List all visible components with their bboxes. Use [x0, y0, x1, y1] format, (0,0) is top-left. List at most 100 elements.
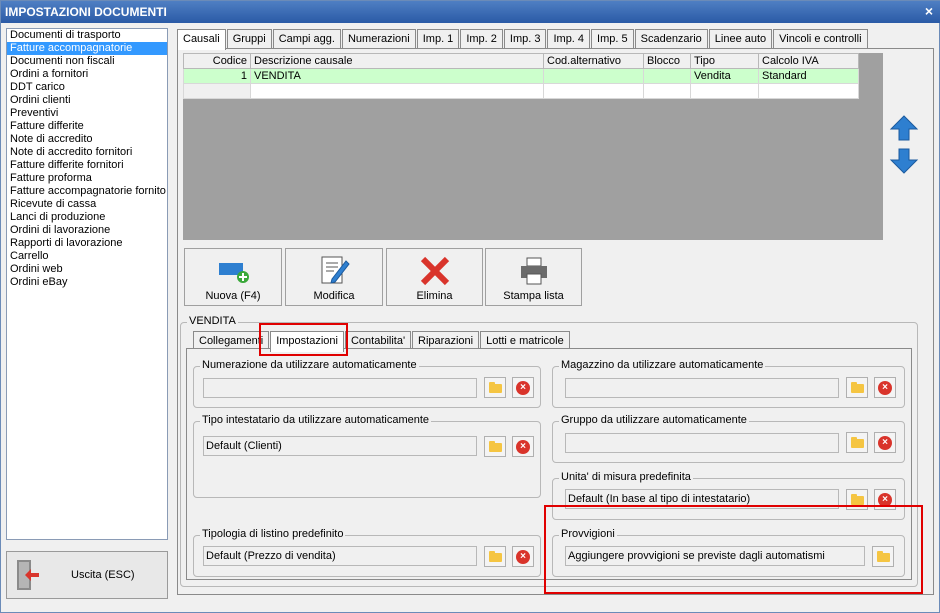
clear-icon: × — [878, 436, 892, 450]
folder-icon — [851, 494, 864, 505]
tipo-intestatario-clear-button[interactable]: × — [512, 436, 534, 457]
tab-impostazioni[interactable]: Impostazioni — [270, 331, 344, 352]
list-item[interactable]: Fatture differite fornitori — [7, 159, 167, 172]
numerazione-field[interactable] — [203, 378, 477, 398]
vendita-group-title: VENDITA — [187, 315, 238, 327]
tipologia-listino-title: Tipologia di listino predefinito — [200, 528, 346, 540]
list-item[interactable]: DDT carico — [7, 81, 167, 94]
list-item[interactable]: Ricevute di cassa — [7, 198, 167, 211]
tab-campi-agg[interactable]: Campi agg. — [272, 29, 341, 49]
list-item[interactable]: Note di accredito — [7, 133, 167, 146]
settings-window: IMPOSTAZIONI DOCUMENTI × Documenti di tr… — [0, 0, 940, 613]
column-header[interactable]: Codice — [183, 53, 251, 69]
gruppo-clear-button[interactable]: × — [874, 432, 896, 453]
window-title: IMPOSTAZIONI DOCUMENTI — [5, 5, 167, 19]
tipologia-listino-clear-button[interactable]: × — [512, 546, 534, 567]
causali-grid[interactable]: Codice Descrizione causale Cod.alternati… — [183, 53, 859, 99]
clear-icon: × — [516, 381, 530, 395]
table-cell[interactable] — [643, 83, 691, 99]
tab-vincoli-controlli[interactable]: Vincoli e controlli — [773, 29, 868, 49]
list-item[interactable]: Fatture accompagnatorie fornito — [7, 185, 167, 198]
tipo-intestatario-group: Tipo intestatario da utilizzare automati… — [193, 414, 541, 498]
tab-linee-auto[interactable]: Linee auto — [708, 29, 773, 49]
table-cell[interactable]: 1 — [183, 68, 251, 84]
folder-icon — [851, 382, 864, 393]
magazzino-clear-button[interactable]: × — [874, 377, 896, 398]
table-cell[interactable] — [183, 83, 251, 99]
list-item[interactable]: Carrello — [7, 250, 167, 263]
list-item[interactable]: Rapporti di lavorazione — [7, 237, 167, 250]
list-item[interactable]: Note di accredito fornitori — [7, 146, 167, 159]
table-cell[interactable] — [543, 68, 644, 84]
table-cell[interactable]: Standard — [758, 68, 859, 84]
move-up-arrow-icon[interactable] — [889, 113, 919, 143]
tab-imp-1[interactable]: Imp. 1 — [416, 29, 460, 49]
numerazione-browse-button[interactable] — [484, 377, 506, 398]
tipologia-listino-browse-button[interactable] — [484, 546, 506, 567]
gruppo-title: Gruppo da utilizzare automaticamente — [559, 414, 749, 426]
edit-button[interactable]: Modifica — [285, 248, 383, 306]
list-item[interactable]: Documenti di trasporto — [7, 29, 167, 42]
tab-imp-4[interactable]: Imp. 4 — [547, 29, 591, 49]
exit-button[interactable]: Uscita (ESC) — [6, 551, 168, 599]
new-button[interactable]: Nuova (F4) — [184, 248, 282, 306]
table-cell[interactable] — [758, 83, 859, 99]
numerazione-title: Numerazione da utilizzare automaticament… — [200, 359, 419, 371]
list-item[interactable]: Lanci di produzione — [7, 211, 167, 224]
tab-scadenzario[interactable]: Scadenzario — [634, 29, 708, 49]
delete-x-icon — [420, 256, 449, 286]
tipo-intestatario-title: Tipo intestatario da utilizzare automati… — [200, 414, 432, 426]
folder-icon — [489, 551, 502, 562]
unita-misura-title: Unita' di misura predefinita — [559, 471, 693, 483]
tipo-intestatario-field[interactable]: Default (Clienti) — [203, 436, 477, 456]
edit-button-label: Modifica — [313, 290, 355, 302]
list-item[interactable]: Fatture accompagnatorie — [7, 42, 167, 55]
move-down-arrow-icon[interactable] — [889, 146, 919, 176]
document-type-list[interactable]: Documenti di trasporto Fatture accompagn… — [6, 28, 168, 540]
list-item[interactable]: Preventivi — [7, 107, 167, 120]
list-item[interactable]: Ordini a fornitori — [7, 68, 167, 81]
tipo-intestatario-browse-button[interactable] — [484, 436, 506, 457]
column-header[interactable]: Blocco — [643, 53, 691, 69]
magazzino-browse-button[interactable] — [846, 377, 868, 398]
delete-button[interactable]: Elimina — [386, 248, 483, 306]
table-cell[interactable] — [643, 68, 691, 84]
gruppo-browse-button[interactable] — [846, 432, 868, 453]
tipologia-listino-field[interactable]: Default (Prezzo di vendita) — [203, 546, 477, 566]
tab-imp-3[interactable]: Imp. 3 — [503, 29, 547, 49]
print-list-button[interactable]: Stampa lista — [485, 248, 582, 306]
table-cell[interactable] — [543, 83, 644, 99]
list-item[interactable]: Ordini di lavorazione — [7, 224, 167, 237]
column-header[interactable]: Tipo — [690, 53, 759, 69]
table-cell[interactable] — [690, 83, 759, 99]
gruppo-field[interactable] — [565, 433, 839, 453]
magazzino-title: Magazzino da utilizzare automaticamente — [559, 359, 766, 371]
list-item[interactable]: Fatture differite — [7, 120, 167, 133]
close-icon[interactable]: × — [921, 4, 937, 20]
table-row[interactable]: 1 VENDITA Vendita Standard — [183, 68, 859, 84]
highlight-provvigioni — [544, 505, 923, 594]
exit-label: Uscita (ESC) — [71, 569, 135, 581]
list-item[interactable]: Documenti non fiscali — [7, 55, 167, 68]
magazzino-field[interactable] — [565, 378, 839, 398]
numerazione-clear-button[interactable]: × — [512, 377, 534, 398]
table-row-new[interactable] — [183, 83, 859, 99]
tab-imp-5[interactable]: Imp. 5 — [591, 29, 634, 49]
column-header[interactable]: Calcolo IVA — [758, 53, 859, 69]
printer-icon — [520, 257, 547, 285]
list-item[interactable]: Ordini web — [7, 263, 167, 276]
tab-causali[interactable]: Causali — [177, 29, 226, 50]
column-header[interactable]: Descrizione causale — [250, 53, 544, 69]
column-header[interactable]: Cod.alternativo — [543, 53, 644, 69]
list-item[interactable]: Fatture proforma — [7, 172, 167, 185]
table-cell[interactable]: Vendita — [690, 68, 759, 84]
tab-gruppi[interactable]: Gruppi — [226, 29, 272, 49]
clear-icon: × — [516, 440, 530, 454]
list-item[interactable]: Ordini eBay — [7, 276, 167, 289]
table-cell[interactable] — [250, 83, 544, 99]
tab-imp-2[interactable]: Imp. 2 — [460, 29, 503, 49]
tab-numerazioni[interactable]: Numerazioni — [341, 29, 416, 49]
folder-icon — [851, 437, 864, 448]
table-cell[interactable]: VENDITA — [250, 68, 544, 84]
list-item[interactable]: Ordini clienti — [7, 94, 167, 107]
